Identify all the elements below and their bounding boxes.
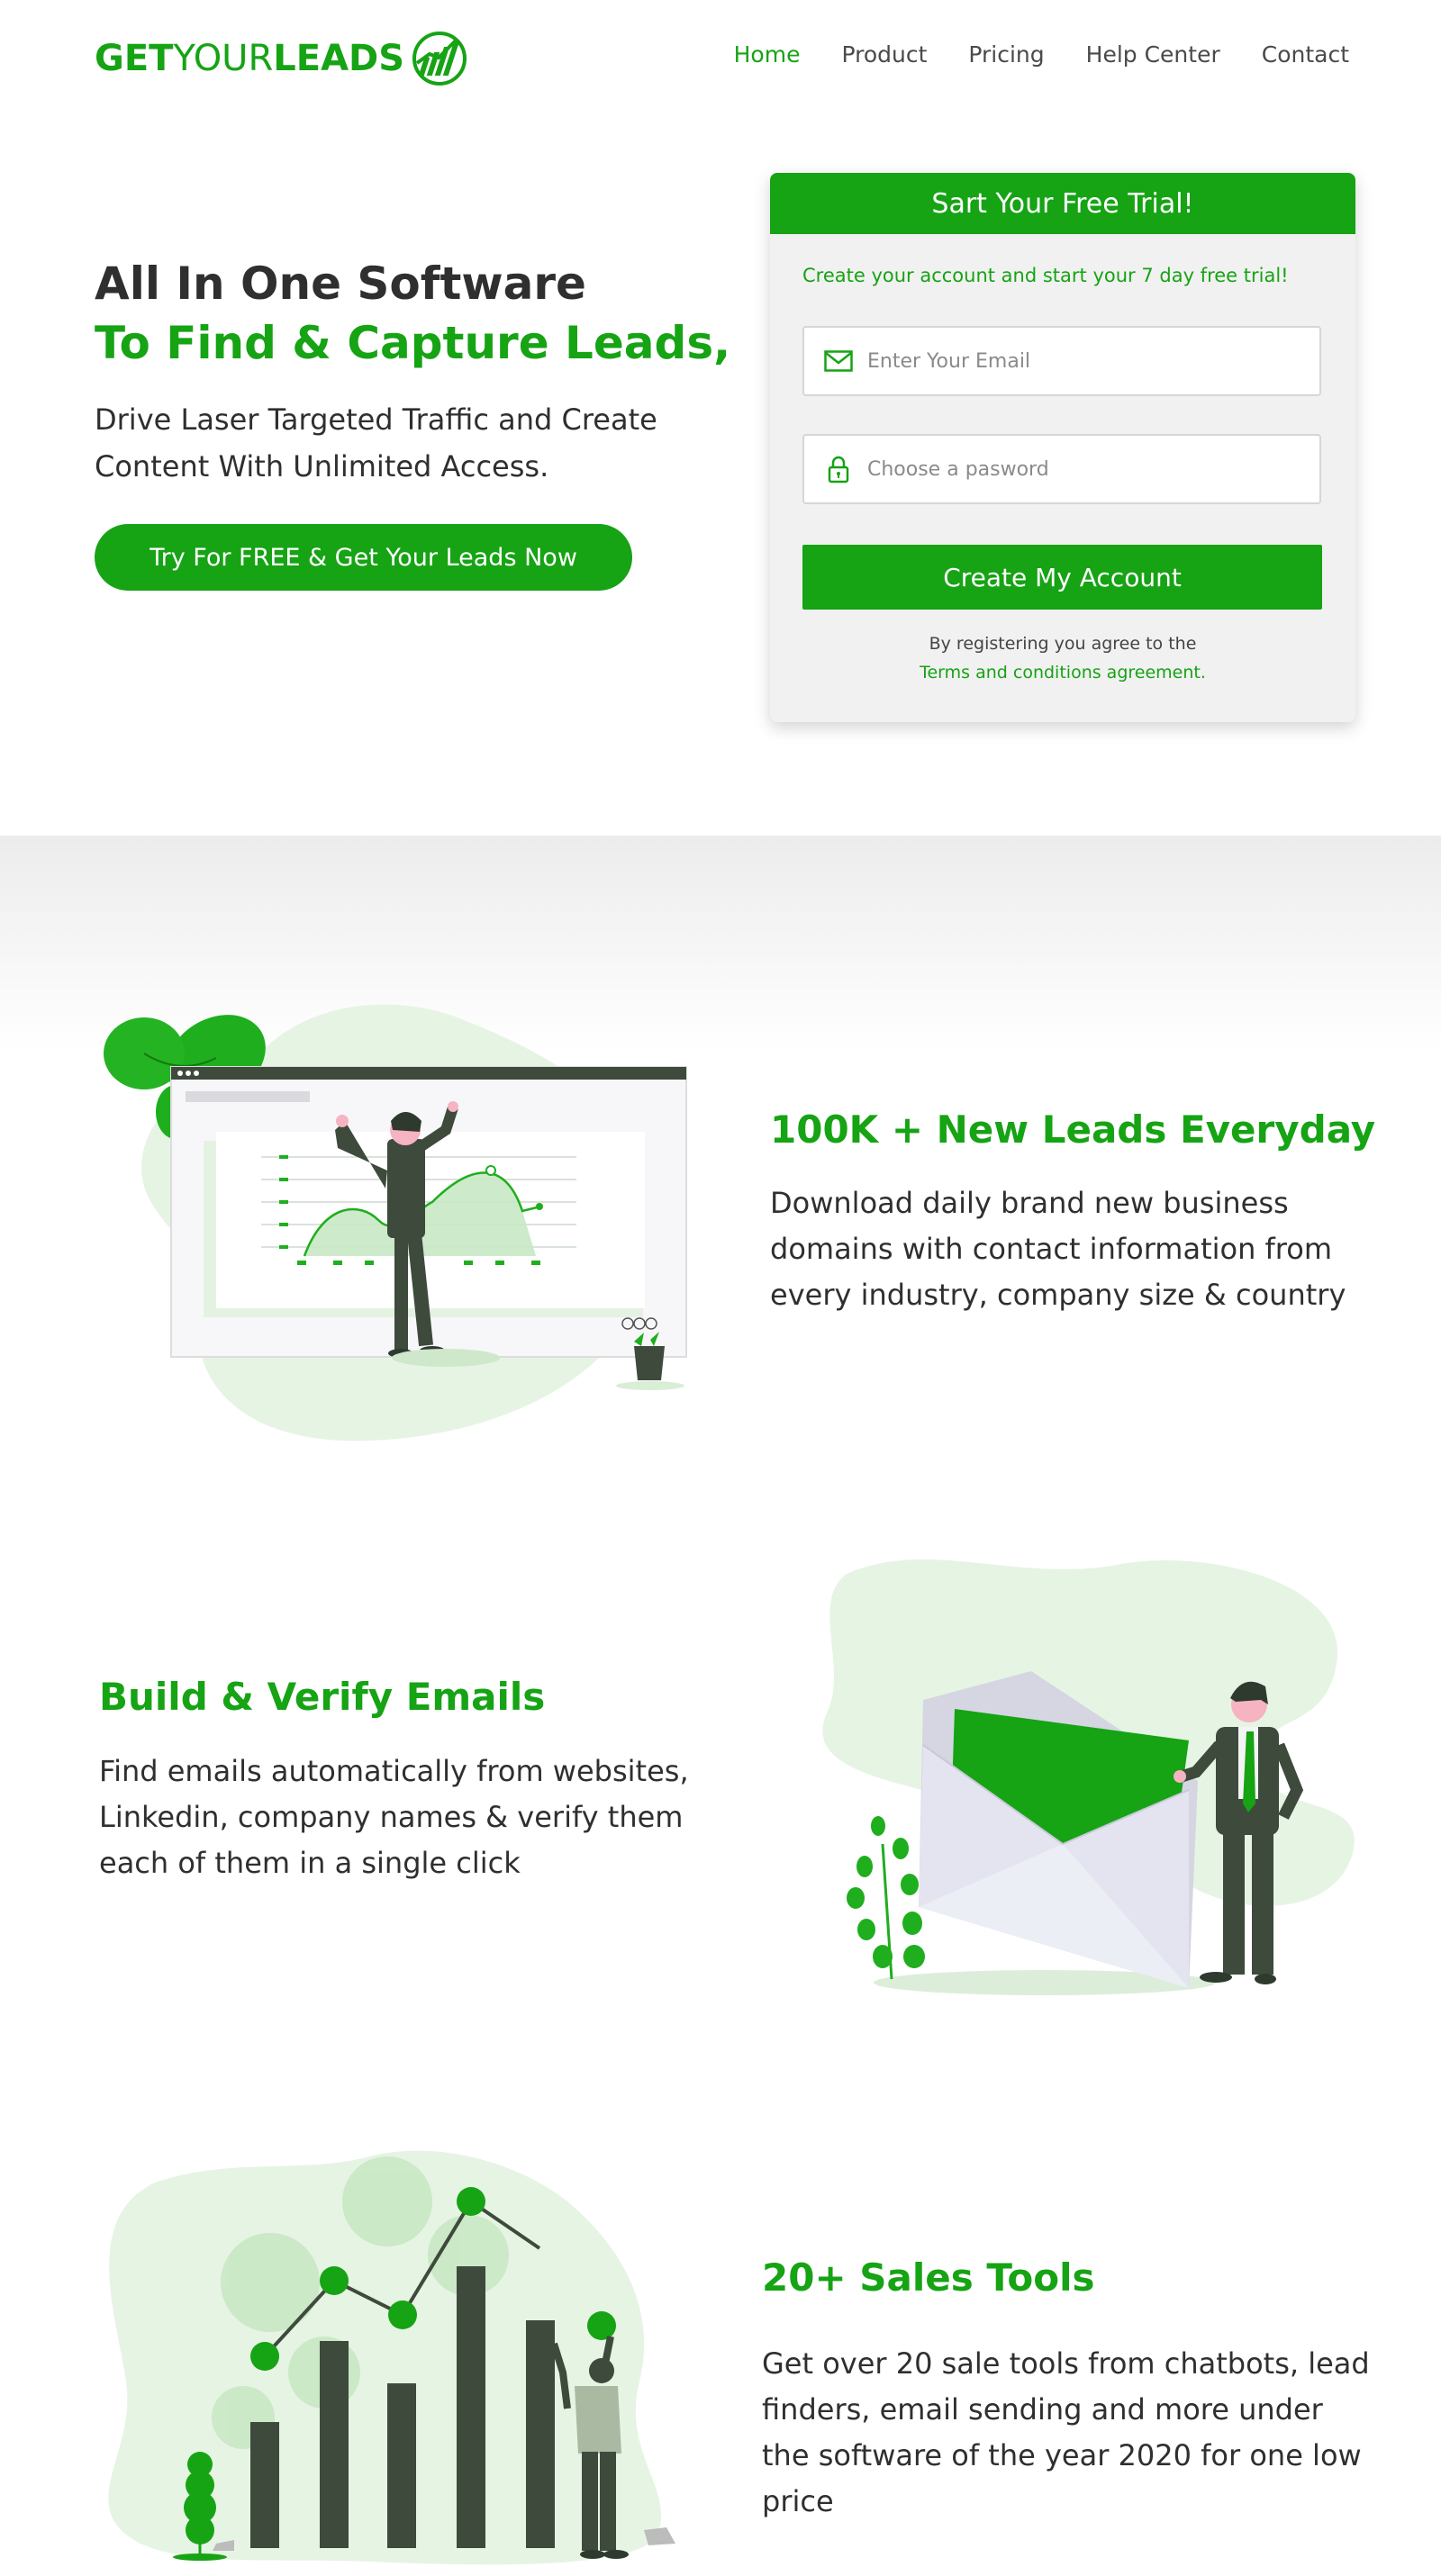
feature-2-title: Build & Verify Emails (99, 1675, 546, 1719)
logo-word-your: YOUR (173, 38, 274, 79)
envelope-illustration (822, 1559, 1355, 1995)
feature-3-text: Get over 20 sale tools from chatbots, le… (762, 2346, 1370, 2518)
hero-cta-button[interactable]: Try For FREE & Get Your Leads Now (95, 524, 632, 591)
email-field[interactable] (802, 326, 1321, 396)
logo-word-leads: LEADS (273, 38, 405, 79)
password-input[interactable] (867, 457, 1300, 481)
feature-2-text: Find emails automatically from websites,… (99, 1754, 689, 1880)
signup-card: Sart Your Free Trial! Create your accoun… (770, 173, 1355, 722)
signup-intro: Create your account and start your 7 day… (802, 265, 1289, 286)
nav-home[interactable]: Home (734, 41, 801, 68)
lock-icon (820, 451, 856, 487)
create-account-button[interactable]: Create My Account (802, 545, 1322, 610)
logo-word-get: GET (95, 38, 174, 79)
signup-terms-note: By registering you agree to the (929, 634, 1197, 654)
signup-heading: Sart Your Free Trial! (770, 173, 1355, 234)
nav-product[interactable]: Product (841, 41, 927, 68)
feature-1-title: 100K + New Leads Everyday (770, 1107, 1376, 1152)
email-input[interactable] (867, 349, 1300, 373)
nav-pricing[interactable]: Pricing (968, 41, 1044, 68)
feature-3-title: 20+ Sales Tools (762, 2255, 1095, 2300)
brand-logo[interactable]: GETYOURLEADS (95, 31, 467, 86)
analytics-illustration (104, 1004, 687, 1442)
envelope-icon (820, 343, 856, 379)
feature-1-text: Download daily brand new business domain… (770, 1186, 1346, 1312)
growth-chart-illustration (108, 2150, 675, 2565)
logo-chart-icon (412, 32, 467, 86)
logo-wordmark: GETYOURLEADS (95, 41, 404, 77)
hero-subtitle: Drive Laser Targeted Traffic and Create … (95, 402, 657, 484)
hero-title-line-1: All In One Software (95, 258, 586, 310)
main-menu: Home Product Pricing Help Center Contact (734, 41, 1349, 68)
password-field[interactable] (802, 434, 1321, 504)
top-nav: GETYOURLEADS Home Product Pricing Help C… (0, 0, 1441, 117)
nav-contact[interactable]: Contact (1262, 41, 1349, 68)
terms-link[interactable]: Terms and conditions agreement. (770, 663, 1355, 682)
hero-title-line-2: To Find & Capture Leads, (95, 317, 731, 369)
nav-help-center[interactable]: Help Center (1086, 41, 1220, 68)
